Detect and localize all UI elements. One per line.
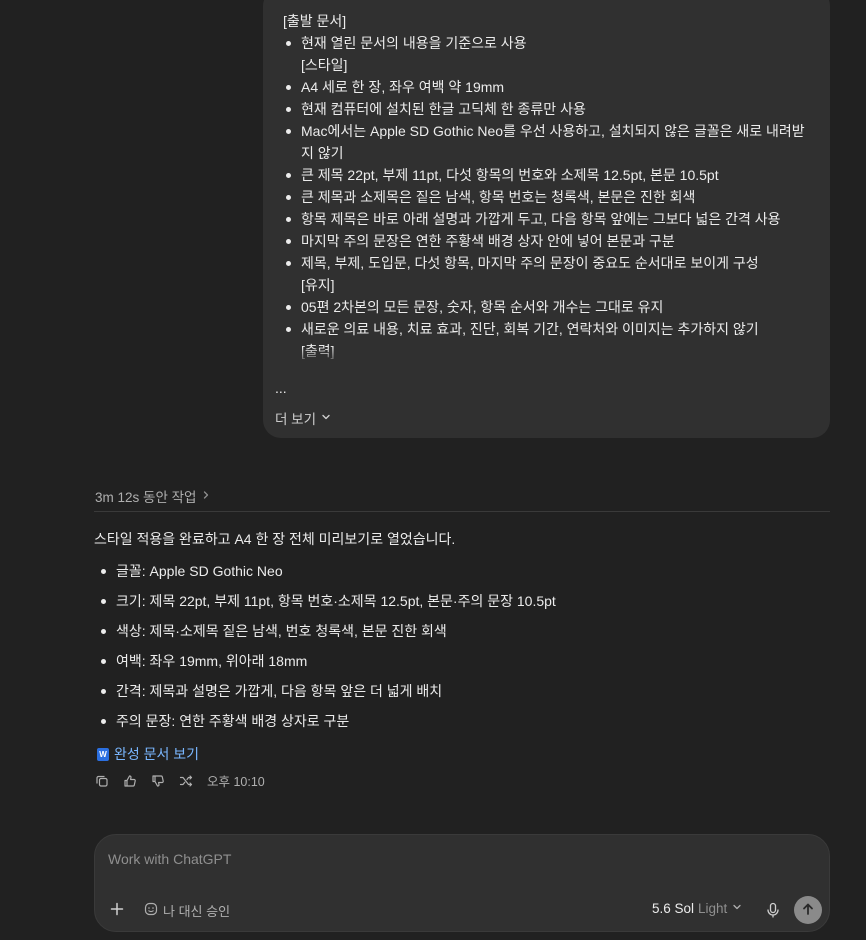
assistant-intro-text: 스타일 적용을 완료하고 A4 한 장 전체 미리보기로 열었습니다. bbox=[94, 531, 456, 547]
model-selector[interactable]: 5.6 Sol Light bbox=[652, 901, 743, 916]
work-duration-label: 3m 12s 동안 작업 bbox=[95, 490, 197, 505]
microphone-icon[interactable] bbox=[765, 902, 781, 918]
instruction-item: 항목 제목은 바로 아래 설명과 가깝게 두고, 다음 항목 앞에는 그보다 넓… bbox=[283, 208, 814, 230]
summary-item: 간격: 제목과 설명은 가깝게, 다음 항목 앞은 더 넓게 배치 bbox=[94, 680, 556, 710]
instruction-item: 현재 컴퓨터에 설치된 한글 고딕체 한 종류만 사용 bbox=[283, 98, 814, 120]
instruction-text: 현재 열린 문서의 내용을 기준으로 사용 bbox=[301, 35, 527, 51]
copy-icon[interactable] bbox=[95, 774, 109, 788]
show-more-button[interactable]: 더 보기 bbox=[275, 408, 332, 428]
summary-item: 색상: 제목·소제목 짙은 남색, 번호 청록색, 본문 진한 회색 bbox=[94, 620, 556, 650]
share-branch-icon[interactable] bbox=[179, 774, 193, 788]
instruction-item: 제목, 부제, 도입문, 다섯 항목, 마지막 주의 문장이 중요도 순서대로 … bbox=[283, 252, 814, 296]
instruction-item: 새로운 의료 내용, 치료 효과, 진단, 회복 기간, 연락처와 이미지는 추… bbox=[283, 318, 814, 362]
model-mode: Light bbox=[698, 901, 728, 916]
composer: 나 대신 승인 5.6 Sol Light bbox=[94, 834, 830, 932]
chevron-down-icon bbox=[320, 411, 332, 426]
section-heading: [스타일] bbox=[301, 57, 348, 73]
instruction-text: A4 세로 한 장, 좌우 여백 약 19mm bbox=[301, 79, 505, 95]
auto-approve-button[interactable]: 나 대신 승인 bbox=[144, 901, 230, 920]
plus-icon[interactable] bbox=[108, 900, 126, 918]
user-message-bubble: [출발 문서] 현재 열린 문서의 내용을 기준으로 사용 [스타일] A4 세로 … bbox=[263, 0, 830, 438]
show-more-label: 더 보기 bbox=[275, 412, 317, 427]
arrow-up-icon bbox=[801, 902, 815, 919]
instruction-item: 현재 열린 문서의 내용을 기준으로 사용 [스타일] bbox=[283, 32, 814, 76]
instruction-item: 큰 제목과 소제목은 짙은 남색, 항목 번호는 청록색, 본문은 진한 회색 bbox=[283, 186, 814, 208]
instruction-text: 새로운 의료 내용, 치료 효과, 진단, 회복 기간, 연락처와 이미지는 추… bbox=[301, 321, 759, 337]
send-button[interactable] bbox=[794, 896, 822, 924]
instruction-text: 마지막 주의 문장은 연한 주황색 배경 상자 안에 넣어 본문과 구분 bbox=[301, 233, 675, 249]
instruction-text: 현재 컴퓨터에 설치된 한글 고딕체 한 종류만 사용 bbox=[301, 101, 586, 117]
instruction-text: 큰 제목 22pt, 부제 11pt, 다섯 항목의 번호와 소제목 12.5p… bbox=[301, 167, 719, 183]
chat-input[interactable] bbox=[106, 848, 706, 870]
instruction-text: 05편 2차본의 모든 문장, 숫자, 항목 순서와 개수는 그대로 유지 bbox=[301, 299, 664, 315]
open-document-label: 완성 문서 보기 bbox=[114, 746, 200, 762]
instruction-item: Mac에서는 Apple SD Gothic Neo를 우선 사용하고, 설치되… bbox=[283, 120, 814, 164]
section-heading: [출력] bbox=[301, 343, 335, 359]
thumbs-down-icon[interactable] bbox=[151, 774, 165, 788]
instruction-text: 큰 제목과 소제목은 짙은 남색, 항목 번호는 청록색, 본문은 진한 회색 bbox=[301, 189, 696, 205]
auto-approve-label: 나 대신 승인 bbox=[163, 904, 231, 919]
truncation-ellipsis: ... bbox=[275, 380, 287, 396]
instruction-list: 현재 열린 문서의 내용을 기준으로 사용 [스타일] A4 세로 한 장, 좌우 … bbox=[283, 32, 814, 362]
summary-item: 여백: 좌우 19mm, 위아래 18mm bbox=[94, 650, 556, 680]
work-duration-toggle[interactable]: 3m 12s 동안 작업 bbox=[95, 486, 212, 506]
instruction-item: 05편 2차본의 모든 문장, 숫자, 항목 순서와 개수는 그대로 유지 bbox=[283, 296, 814, 318]
instruction-text: 항목 제목은 바로 아래 설명과 가깝게 두고, 다음 항목 앞에는 그보다 넓… bbox=[301, 211, 781, 227]
instruction-item: A4 세로 한 장, 좌우 여백 약 19mm bbox=[283, 76, 814, 98]
section-heading: [유지] bbox=[301, 277, 335, 293]
message-timestamp: 오후 10:10 bbox=[207, 775, 265, 789]
word-document-icon: W bbox=[97, 747, 109, 761]
instruction-item: 마지막 주의 문장은 연한 주황색 배경 상자 안에 넣어 본문과 구분 bbox=[283, 230, 814, 252]
divider bbox=[94, 511, 830, 512]
message-actions: 오후 10:10 bbox=[95, 771, 265, 790]
summary-list: 글꼴: Apple SD Gothic Neo 크기: 제목 22pt, 부제 1… bbox=[94, 560, 556, 740]
instruction-text: 제목, 부제, 도입문, 다섯 항목, 마지막 주의 문장이 중요도 순서대로 … bbox=[301, 255, 759, 271]
open-document-link[interactable]: W 완성 문서 보기 bbox=[97, 744, 199, 764]
instruction-text: Mac에서는 Apple SD Gothic Neo를 우선 사용하고, 설치되… bbox=[301, 123, 805, 161]
summary-item: 글꼴: Apple SD Gothic Neo bbox=[94, 560, 556, 590]
chevron-down-icon bbox=[731, 901, 743, 916]
chevron-right-icon bbox=[200, 489, 212, 504]
instruction-item: 큰 제목 22pt, 부제 11pt, 다섯 항목의 번호와 소제목 12.5p… bbox=[283, 164, 814, 186]
section-heading: [출발 문서] bbox=[283, 13, 347, 29]
summary-item: 크기: 제목 22pt, 부제 11pt, 항목 번호·소제목 12.5pt, … bbox=[94, 590, 556, 620]
summary-item: 주의 문장: 연한 주황색 배경 상자로 구분 bbox=[94, 710, 556, 740]
user-message-content: [출발 문서] 현재 열린 문서의 내용을 기준으로 사용 [스타일] A4 세로 … bbox=[283, 10, 814, 365]
approve-face-icon bbox=[144, 902, 158, 919]
thumbs-up-icon[interactable] bbox=[123, 774, 137, 788]
model-name: 5.6 Sol bbox=[652, 901, 695, 916]
